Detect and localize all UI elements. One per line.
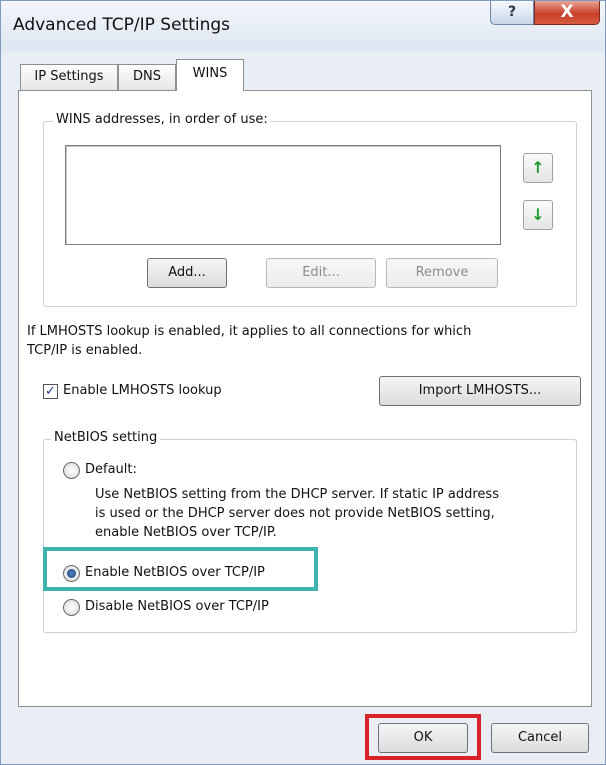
add-button[interactable]: Add... xyxy=(147,258,227,288)
close-button[interactable]: X xyxy=(534,1,600,25)
lmhosts-info-line2: TCP/IP is enabled. xyxy=(27,343,143,358)
import-lmhosts-button[interactable]: Import LMHOSTS... xyxy=(379,376,581,406)
tab-ip-settings[interactable]: IP Settings xyxy=(20,64,118,90)
cancel-button[interactable]: Cancel xyxy=(491,723,589,753)
netbios-default-desc-line1: Use NetBIOS setting from the DHCP server… xyxy=(95,487,499,502)
netbios-group-title: NetBIOS setting xyxy=(51,430,161,445)
move-up-button[interactable]: ↑ xyxy=(523,153,553,183)
netbios-default-label[interactable]: Default: xyxy=(85,461,137,479)
netbios-default-desc-line2: is used or the DHCP server does not prov… xyxy=(95,506,495,521)
arrow-down-icon: ↓ xyxy=(531,205,545,224)
help-button[interactable]: ? xyxy=(490,1,534,25)
remove-button[interactable]: Remove xyxy=(386,258,498,288)
tab-dns[interactable]: DNS xyxy=(118,64,176,90)
advanced-tcpip-dialog: Advanced TCP/IP Settings ? X IP Settings… xyxy=(0,0,606,765)
enable-lmhosts-label[interactable]: Enable LMHOSTS lookup xyxy=(63,382,222,400)
enable-netbios-highlight xyxy=(43,547,318,591)
netbios-default-radio[interactable] xyxy=(63,462,80,479)
wins-tab-panel: WINS addresses, in order of use: ↑ ↓ Add… xyxy=(18,90,592,707)
window-title: Advanced TCP/IP Settings xyxy=(13,15,231,35)
edit-button[interactable]: Edit... xyxy=(266,258,376,288)
lmhosts-info-line1: If LMHOSTS lookup is enabled, it applies… xyxy=(27,324,472,339)
arrow-up-icon: ↑ xyxy=(531,158,545,177)
tab-wins[interactable]: WINS xyxy=(176,59,244,91)
enable-lmhosts-checkbox[interactable]: ✓ xyxy=(43,384,58,399)
disable-netbios-radio[interactable] xyxy=(63,599,80,616)
check-mark-icon: ✓ xyxy=(45,384,56,399)
disable-netbios-label[interactable]: Disable NetBIOS over TCP/IP xyxy=(85,598,269,616)
wins-address-list[interactable] xyxy=(65,145,501,245)
title-bar[interactable]: Advanced TCP/IP Settings ? X xyxy=(1,1,605,51)
move-down-button[interactable]: ↓ xyxy=(523,200,553,230)
netbios-default-desc-line3: enable NetBIOS over TCP/IP. xyxy=(95,525,277,540)
ok-button-highlight xyxy=(365,714,481,760)
wins-addresses-group-title: WINS addresses, in order of use: xyxy=(53,112,271,127)
